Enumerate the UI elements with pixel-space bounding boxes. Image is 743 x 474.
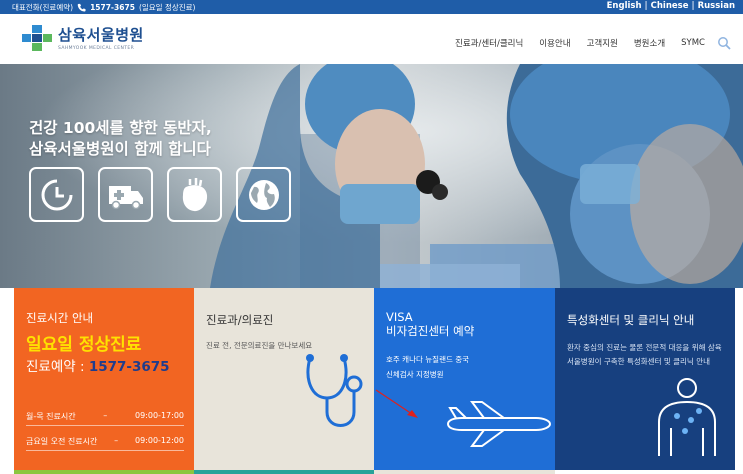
site-header: 삼육서울병원 SAHMYOOK MEDICAL CENTER 진료과/센터/클리… [0, 14, 743, 64]
hero-line-2: 삼육서울병원이 함께 합니다 [29, 140, 211, 158]
hours-title: 진료시간 안내 [26, 311, 94, 325]
nav-departments[interactable]: 진료과/센터/클리닉 [455, 37, 523, 49]
tile-visa[interactable]: VISA 비자검진센터 예약 호주 캐나다 뉴질랜드 중국 신체검사 지정병원 [374, 288, 555, 470]
nav-support[interactable]: 고객지원 [587, 37, 618, 49]
globe-icon [248, 179, 279, 210]
clock-icon [41, 179, 72, 210]
nav-guide[interactable]: 이용안내 [539, 37, 570, 49]
hours-row: 월-목 진료시간 – 09:00-17:00 [26, 411, 184, 422]
visa-title: VISA 비자검진센터 예약 [386, 310, 474, 338]
phone-info: 대표전화(진료예약) 1577-3675 (일요일 정상진료) [12, 2, 195, 13]
departments-desc: 진료 전, 전문의료진을 만나보세요 [206, 341, 313, 350]
tile-departments[interactable]: 진료과/의료진 진료 전, 전문의료진을 만나보세요 [194, 288, 374, 470]
visa-title-line-1: VISA [386, 310, 413, 324]
lang-divider: | [644, 1, 648, 11]
lang-english[interactable]: English [607, 1, 642, 11]
departments-title: 진료과/의료진 [206, 313, 274, 327]
stethoscope-icon [306, 354, 363, 427]
nav-symc[interactable]: SYMC [681, 38, 705, 48]
hero-banner: 건강 100세를 향한 동반자, 삼육서울병원이 함께 합니다 [0, 64, 743, 288]
logo-name: 삼육서울병원 [58, 26, 144, 44]
hours-row-dash: – [103, 411, 108, 420]
hero-quick-icons [29, 167, 291, 222]
visa-desc: 호주 캐나다 뉴질랜드 중국 신체검사 지정병원 [386, 352, 469, 382]
visa-desc-line-1: 호주 캐나다 뉴질랜드 중국 [386, 355, 470, 364]
main-nav: 진료과/센터/클리닉 이용안내 고객지원 병원소개 SYMC [455, 36, 731, 50]
special-desc: 환자 중심의 진료는 물론 전문적 대응을 위해 삼육서울병원이 구축한 특성화… [567, 343, 722, 366]
ambulance-icon [108, 185, 143, 209]
tile-hours[interactable]: 진료시간 안내 일요일 정상진료 진료예약 : 1577-3675 월-목 진료… [14, 288, 194, 470]
visa-desc-line-2: 신체검사 지정병원 [386, 370, 444, 379]
heart-button[interactable] [167, 167, 222, 222]
reserve-label: 진료예약 : [26, 359, 89, 375]
nav-about[interactable]: 병원소개 [634, 37, 665, 49]
visa-title-line-2: 비자검진센터 예약 [386, 324, 475, 338]
divider [26, 425, 184, 426]
hours-row-time: 09:00-17:00 [135, 411, 184, 420]
clock-button[interactable] [29, 167, 84, 222]
globe-button[interactable] [236, 167, 291, 222]
next-row-strip [555, 470, 735, 474]
site-logo[interactable]: 삼육서울병원 SAHMYOOK MEDICAL CENTER [22, 24, 144, 51]
next-row-strip [14, 470, 194, 474]
airplane-icon [446, 401, 552, 447]
phone-icon [77, 3, 86, 12]
phone-label: 대표전화(진료예약) [12, 3, 74, 12]
lang-russian[interactable]: Russian [698, 1, 735, 11]
ambulance-button[interactable] [98, 167, 153, 222]
hours-row: 금요일 오전 진료시간 – 09:00-12:00 [26, 436, 184, 447]
lang-divider: | [691, 1, 695, 11]
reserve-line: 진료예약 : 1577-3675 [26, 355, 170, 375]
hero-line-1: 건강 100세를 향한 동반자, [29, 119, 212, 137]
special-title: 특성화센터 및 클리닉 안내 [567, 313, 695, 327]
phone-number: 1577-3675 [90, 3, 135, 12]
search-icon[interactable] [717, 36, 731, 50]
sunday-notice: 일요일 정상진료 [26, 335, 142, 355]
hours-row-label: 금요일 오전 진료시간 [26, 437, 98, 446]
tile-special-centers[interactable]: 특성화센터 및 클리닉 안내 환자 중심의 진료는 물론 전문적 대응을 위해 … [555, 288, 735, 470]
language-menu: English | Chinese | Russian [607, 1, 735, 11]
hours-row-time: 09:00-12:00 [134, 436, 184, 445]
phone-note: (일요일 정상진료) [138, 3, 196, 12]
next-row-strip [374, 470, 555, 474]
arrow-annotation-icon [375, 389, 418, 418]
heart-icon [182, 177, 207, 211]
reserve-number: 1577-3675 [88, 359, 170, 375]
hours-row-dash: – [114, 436, 119, 445]
logo-subname: SAHMYOOK MEDICAL CENTER [58, 46, 135, 51]
lang-chinese[interactable]: Chinese [651, 1, 689, 11]
divider [26, 450, 184, 451]
hero-headline: 건강 100세를 향한 동반자, 삼육서울병원이 함께 합니다 [29, 118, 212, 160]
hours-row-label: 월-목 진료시간 [26, 412, 76, 421]
logo-cross-icon [22, 24, 52, 51]
body-icon [658, 378, 716, 456]
next-row-strip [194, 470, 374, 474]
top-bar: 대표전화(진료예약) 1577-3675 (일요일 정상진료) English … [0, 0, 743, 14]
